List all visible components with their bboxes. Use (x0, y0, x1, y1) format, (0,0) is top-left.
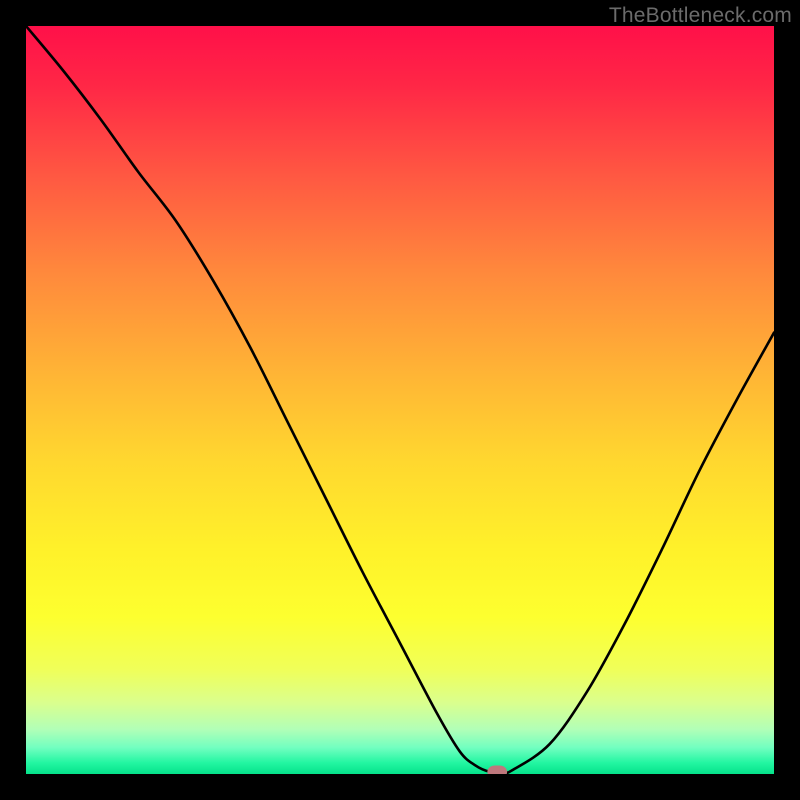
chart-svg (26, 26, 774, 774)
chart-container: TheBottleneck.com (0, 0, 800, 800)
chart-background (26, 26, 774, 774)
optimal-point-marker (487, 765, 507, 774)
watermark-label: TheBottleneck.com (609, 4, 792, 28)
chart-plot-area (26, 26, 774, 774)
